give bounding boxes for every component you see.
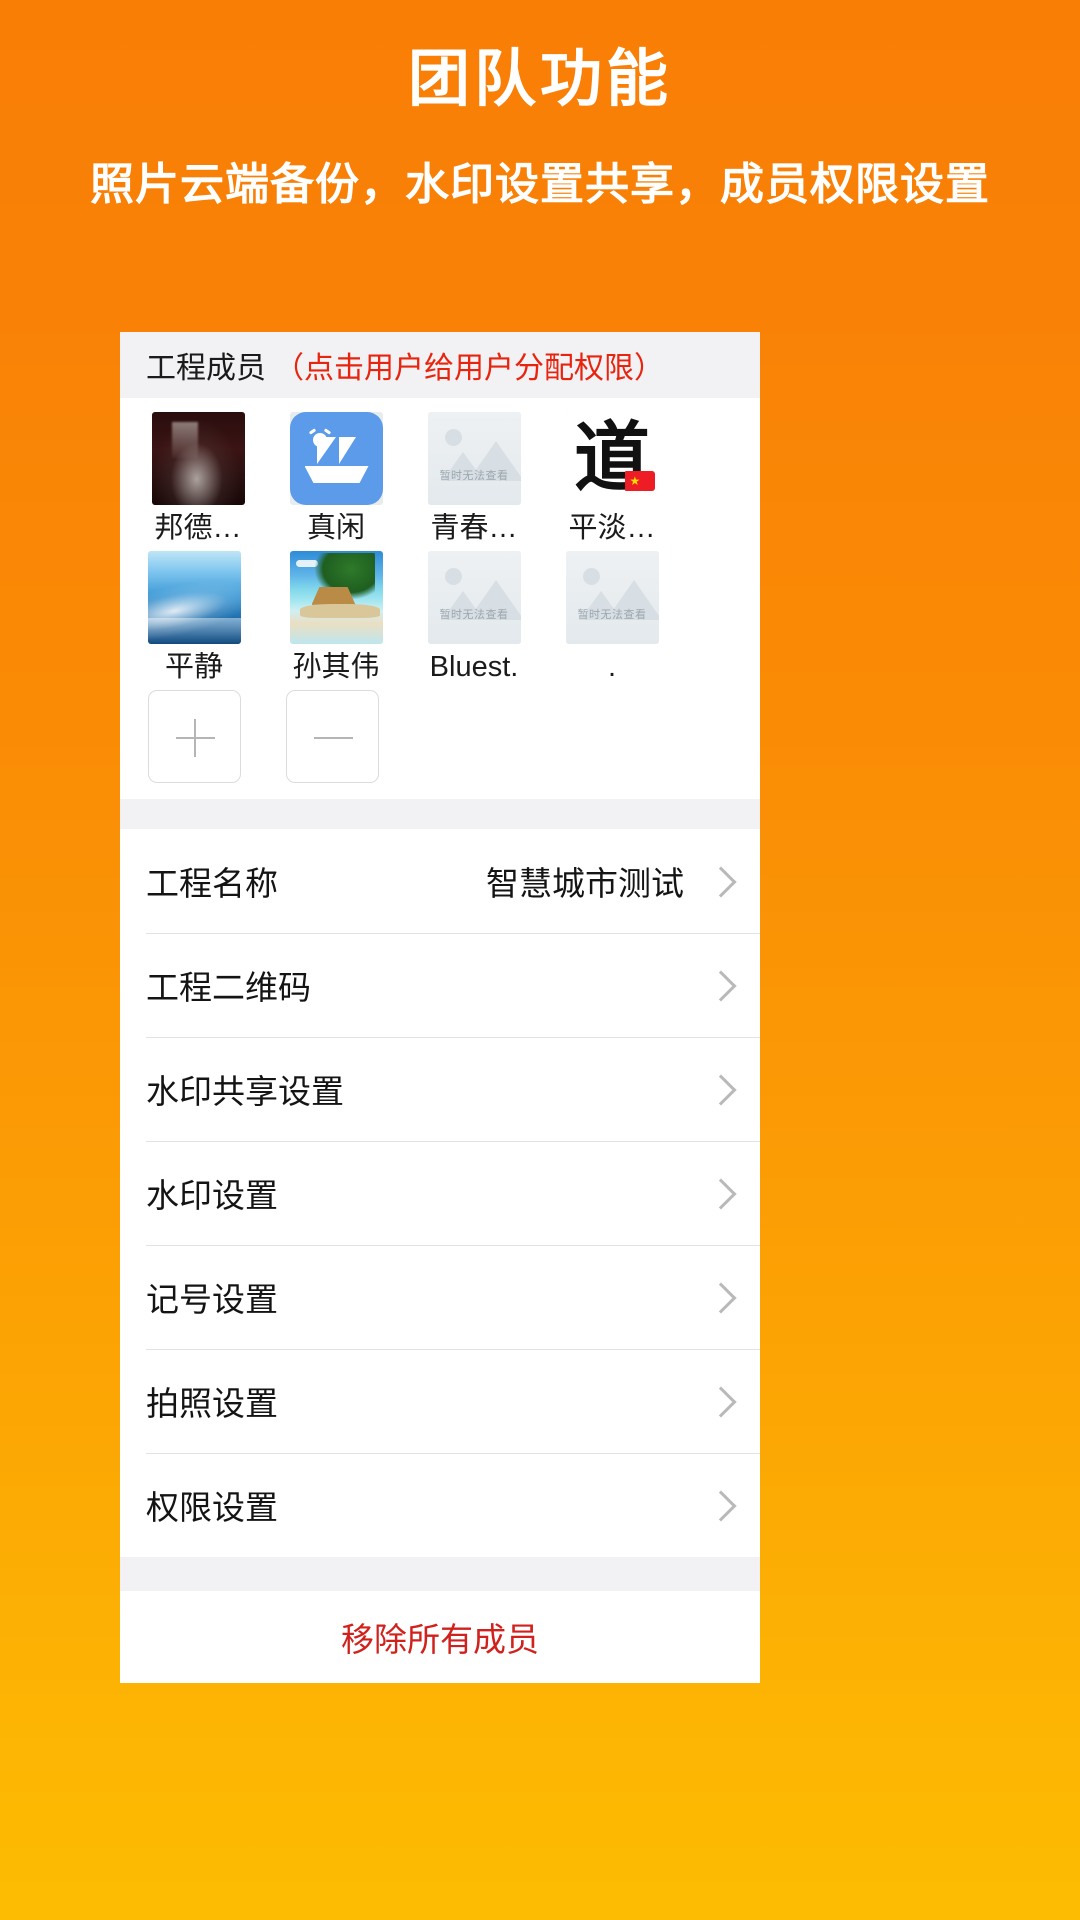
sail-left-shape <box>316 437 336 464</box>
plus-icon <box>193 718 196 757</box>
avatar[interactable]: 道 ★ <box>565 412 659 505</box>
hull-shape <box>304 466 369 483</box>
member-item[interactable]: 暂时无法查看 . <box>548 550 676 684</box>
member-name: 平静 <box>164 651 223 683</box>
remove-member-button[interactable] <box>285 689 379 783</box>
row-label: 工程二维码 <box>146 968 311 1006</box>
settings-row-permission[interactable]: 权限设置 <box>120 1452 760 1557</box>
remove-all-members-button[interactable]: 移除所有成员 <box>120 1590 760 1683</box>
row-label: 记号设置 <box>146 1280 278 1318</box>
placeholder-text: 暂时无法查看 <box>439 608 509 621</box>
member-name: 青春… <box>430 513 518 544</box>
remove-member-slot[interactable] <box>268 689 396 783</box>
avatar[interactable] <box>289 550 383 644</box>
china-flag-icon: ★ <box>624 471 655 491</box>
add-member-slot[interactable] <box>130 689 258 783</box>
promo-subtitle: 照片云端备份，水印设置共享，成员权限设置 <box>90 160 990 210</box>
placeholder-sun-icon <box>444 429 462 446</box>
member-name: Bluest. <box>429 651 519 683</box>
members-grid: 邦德… 真闲 暂时无法查看 青春… 道 ★ 平淡… 平静 孙其伟 暂时无法查看 … <box>120 398 760 799</box>
member-item[interactable]: 平静 <box>130 550 258 684</box>
avatar[interactable]: 暂时无法查看 <box>427 550 521 644</box>
placeholder-sun-icon <box>582 567 600 585</box>
image-placeholder-icon: 暂时无法查看 <box>427 412 521 505</box>
phone-screen-card: 工程成员 （点击用户给用户分配权限） 邦德… 真闲 暂时无法查看 青春… 道 ★… <box>120 332 760 1683</box>
member-item[interactable]: 邦德… <box>134 412 262 545</box>
section-divider <box>120 798 760 829</box>
avatar[interactable] <box>147 550 241 644</box>
settings-row-mark[interactable]: 记号设置 <box>120 1244 760 1349</box>
row-label: 权限设置 <box>146 1488 278 1526</box>
book-cover-photo <box>151 412 245 505</box>
member-item[interactable]: 孙其伟 <box>272 550 400 684</box>
chevron-right-icon <box>706 1179 734 1207</box>
chevron-right-icon <box>706 867 734 895</box>
member-name: 邦德… <box>154 513 242 544</box>
member-name: . <box>607 651 617 683</box>
chevron-right-icon <box>706 1075 734 1103</box>
sand-shape <box>299 603 380 618</box>
image-placeholder-icon: 暂时无法查看 <box>565 550 659 644</box>
row-label: 拍照设置 <box>146 1384 278 1422</box>
chevron-right-icon <box>706 1283 734 1311</box>
minus-icon <box>313 736 353 739</box>
member-name: 平淡… <box>568 513 656 544</box>
chevron-right-icon <box>706 971 734 999</box>
sailboat-icon <box>289 412 383 505</box>
image-placeholder-icon: 暂时无法查看 <box>427 550 521 644</box>
member-item[interactable]: 暂时无法查看 青春… <box>410 412 538 545</box>
settings-row-photo[interactable]: 拍照设置 <box>120 1348 760 1453</box>
avatar[interactable] <box>289 412 383 505</box>
promo-header: 团队功能 照片云端备份，水印设置共享，成员权限设置 <box>0 0 1080 212</box>
settings-row-project-name[interactable]: 工程名称 智慧城市测试 <box>120 829 760 933</box>
members-header-hint: （点击用户给用户分配权限） <box>274 352 664 385</box>
member-name: 真闲 <box>306 513 365 544</box>
placeholder-text: 暂时无法查看 <box>439 470 509 482</box>
member-item[interactable]: 道 ★ 平淡… <box>548 412 676 545</box>
chevron-right-icon <box>706 1491 734 1519</box>
member-item[interactable]: 真闲 <box>272 412 400 545</box>
placeholder-sun-icon <box>444 567 462 585</box>
chevron-right-icon <box>706 1387 734 1415</box>
settings-row-watermark-share[interactable]: 水印共享设置 <box>120 1036 760 1141</box>
dao-calligraphy-photo: 道 ★ <box>565 412 659 505</box>
row-label: 水印共享设置 <box>146 1072 344 1110</box>
settings-list: 工程名称 智慧城市测试 工程二维码 水印共享设置 水印设置 记号设置 拍照设置 <box>120 828 760 1557</box>
ocean-wave-photo <box>147 550 241 644</box>
members-section-header: 工程成员 （点击用户给用户分配权限） <box>120 332 760 398</box>
beach-photo <box>289 550 383 644</box>
sail-right-shape <box>338 437 356 464</box>
member-name: 孙其伟 <box>292 651 380 683</box>
flag-star-icon: ★ <box>629 474 641 488</box>
avatar[interactable]: 暂时无法查看 <box>565 550 659 644</box>
row-label: 水印设置 <box>146 1176 278 1214</box>
members-header-label: 工程成员 <box>146 352 266 385</box>
avatar[interactable] <box>151 412 245 505</box>
remove-all-members-label: 移除所有成员 <box>341 1620 539 1658</box>
member-item[interactable]: 暂时无法查看 Bluest. <box>410 550 538 684</box>
settings-row-project-qrcode[interactable]: 工程二维码 <box>120 932 760 1037</box>
row-label: 工程名称 <box>146 864 278 902</box>
row-value: 智慧城市测试 <box>486 864 684 902</box>
add-member-button[interactable] <box>147 689 241 783</box>
footer-divider <box>120 1556 760 1591</box>
settings-row-watermark[interactable]: 水印设置 <box>120 1140 760 1245</box>
page-title: 团队功能 <box>407 45 672 114</box>
placeholder-text: 暂时无法查看 <box>577 608 647 621</box>
avatar[interactable]: 暂时无法查看 <box>427 412 521 505</box>
